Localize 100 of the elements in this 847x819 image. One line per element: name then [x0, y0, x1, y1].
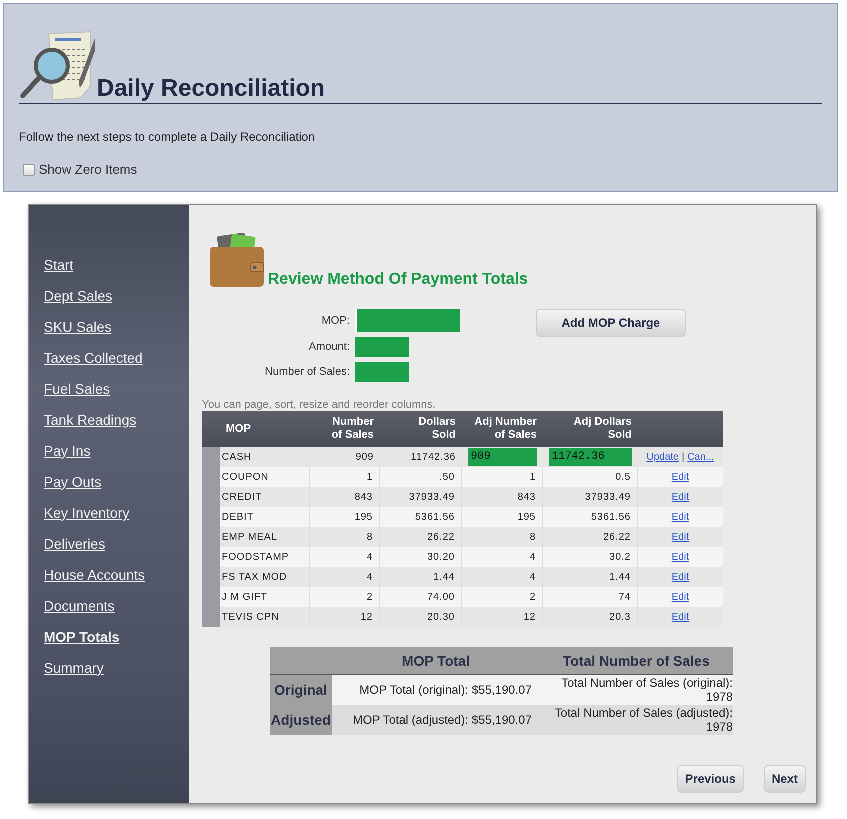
table-cell: 2: [462, 587, 543, 607]
summary-header-corner: [270, 647, 332, 675]
page-title: Daily Reconciliation: [97, 76, 326, 102]
column-header[interactable]: Dollars Sold: [380, 411, 462, 447]
summary-cell: Total Number of Sales (adjusted): 1978: [540, 705, 733, 735]
sidebar-link[interactable]: Key Inventory: [44, 505, 130, 521]
summary-cell: Total Number of Sales (original): 1978: [540, 675, 733, 705]
field-label: MOP:: [320, 314, 350, 326]
sidebar-link[interactable]: Summary: [44, 660, 104, 676]
adj-number-input[interactable]: 909: [468, 448, 537, 466]
table-cell: 0.5: [543, 467, 638, 487]
summary-column-header: MOP Total: [332, 647, 540, 675]
action-link[interactable]: Edit: [672, 492, 690, 502]
table-cell: 11742.36: [380, 447, 462, 467]
sidebar-link[interactable]: Pay Ins: [44, 443, 91, 459]
table-cell: 4: [462, 567, 543, 587]
row-header-cell: [202, 447, 220, 467]
sidebar-link[interactable]: Tank Readings: [44, 412, 137, 428]
wallet-icon: [209, 233, 265, 289]
table-cell: 1: [310, 467, 380, 487]
table-cell: 26.22: [380, 527, 462, 547]
table-cell: 26.22: [543, 527, 638, 547]
input-field[interactable]: [355, 337, 409, 357]
sidebar-link[interactable]: Pay Outs: [44, 474, 102, 490]
grid-hint: You can page, sort, resize and reorder columns.: [202, 399, 437, 411]
table-cell: 195: [310, 507, 380, 527]
table-cell: 5361.56: [543, 507, 638, 527]
sidebar-link[interactable]: SKU Sales: [44, 319, 112, 335]
table-cell: COUPON: [220, 467, 310, 487]
adj-dollars-input[interactable]: 11742.36: [549, 448, 632, 466]
table-cell: 74.00: [380, 587, 462, 607]
action-link[interactable]: Edit: [672, 552, 690, 562]
table-cell: 30.2: [543, 547, 638, 567]
sidebar-link[interactable]: Documents: [44, 598, 115, 614]
table-cell: 4: [462, 547, 543, 567]
table-cell: .50: [380, 467, 462, 487]
table-cell: 843: [310, 487, 380, 507]
table-cell: 37933.49: [380, 487, 462, 507]
summary-cell: MOP Total (adjusted): $55,190.07: [332, 705, 540, 735]
sidebar-link[interactable]: Taxes Collected: [44, 350, 143, 366]
table-cell: 30.20: [380, 547, 462, 567]
table-cell: 20.3: [543, 607, 638, 627]
sidebar-link[interactable]: House Accounts: [44, 567, 146, 583]
table-cell: 5361.56: [380, 507, 462, 527]
sidebar-link[interactable]: Deliveries: [44, 536, 106, 552]
section-title: Review Method Of Payment Totals: [268, 271, 528, 289]
table-cell: 909: [310, 447, 380, 467]
table-cell: 1.44: [543, 567, 638, 587]
input-field[interactable]: [355, 362, 409, 382]
table-cell: 1: [462, 467, 543, 487]
table-cell: FS TAX MOD: [220, 567, 310, 587]
table-cell: EMP MEAL: [220, 527, 310, 547]
summary-row-label: Adjusted: [270, 705, 332, 735]
table-cell: 1.44: [380, 567, 462, 587]
action-link[interactable]: Edit: [672, 472, 690, 482]
input-field[interactable]: [355, 309, 460, 332]
table-cell: CASH: [220, 447, 310, 467]
field-label: Amount:: [308, 340, 350, 352]
table-cell: CREDIT: [220, 487, 310, 507]
previous-button[interactable]: Previous: [677, 765, 744, 793]
column-header[interactable]: Adj Number of Sales: [462, 411, 543, 447]
table-cell: 4: [310, 547, 380, 567]
table-cell: FOODSTAMP: [220, 547, 310, 567]
table-cell: 12: [462, 607, 543, 627]
table-cell: 74: [543, 587, 638, 607]
table-cell: 843: [462, 487, 543, 507]
table-cell: TEVIS CPN: [220, 607, 310, 627]
table-cell: 195: [462, 507, 543, 527]
sidebar-link[interactable]: Start: [44, 257, 74, 273]
action-link[interactable]: Edit: [672, 572, 690, 582]
action-link[interactable]: Edit: [672, 612, 690, 622]
page-description: Follow the next steps to complete a Daily Reconciliation: [19, 130, 316, 144]
next-button[interactable]: Next: [764, 765, 806, 793]
action-link[interactable]: Update: [646, 452, 679, 462]
column-header[interactable]: Number of Sales: [310, 411, 380, 447]
action-link[interactable]: Edit: [672, 532, 690, 542]
column-header[interactable]: Adj Dollars Sold: [543, 411, 638, 447]
summary-column-header: Total Number of Sales: [540, 647, 733, 675]
table-cell: 4: [310, 567, 380, 587]
action-link[interactable]: Can...: [688, 452, 714, 462]
table-cell: 20.30: [380, 607, 462, 627]
sidebar-link[interactable]: Dept Sales: [44, 288, 112, 304]
checkbox[interactable]: [23, 164, 35, 176]
action-link[interactable]: Edit: [672, 592, 690, 602]
link-separator: |: [682, 452, 685, 462]
column-header[interactable]: MOP: [220, 411, 310, 447]
summary-row-label: Original: [270, 675, 332, 705]
action-link[interactable]: Edit: [672, 512, 690, 522]
summary-cell: MOP Total (original): $55,190.07: [332, 675, 540, 705]
table-cell: J M GIFT: [220, 587, 310, 607]
sidebar-link[interactable]: Fuel Sales: [44, 381, 110, 397]
sidebar-link[interactable]: MOP Totals: [44, 629, 120, 645]
table-cell: 12: [310, 607, 380, 627]
table-cell: DEBIT: [220, 507, 310, 527]
table-cell: 2: [310, 587, 380, 607]
table-cell: 37933.49: [543, 487, 638, 507]
table-cell: 8: [310, 527, 380, 547]
table-cell: 8: [462, 527, 543, 547]
add-mop-charge-button[interactable]: Add MOP Charge: [536, 309, 686, 337]
field-label: Number of Sales:: [264, 366, 350, 378]
